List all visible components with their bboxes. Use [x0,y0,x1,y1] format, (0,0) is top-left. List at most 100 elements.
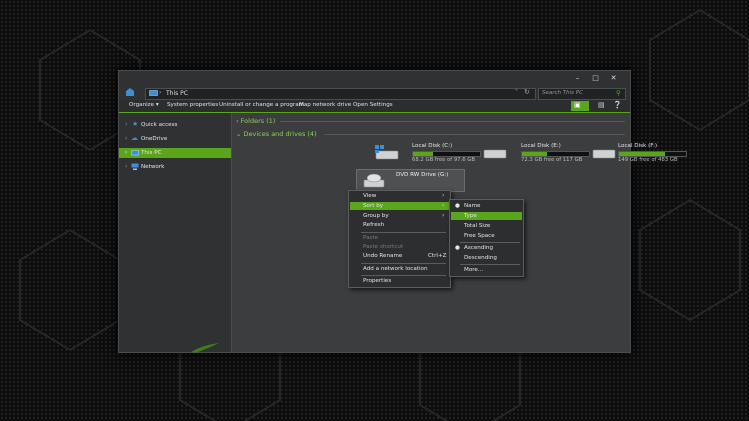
context-menu: View › Sort by › Group by › Refresh Past… [348,190,451,288]
menu-item-label: Paste [363,235,379,241]
navigation-pane: › ★ Quick access › ☁ OneDrive › This PC … [119,113,232,353]
address-bar: › This PC ˅ ↻ Search This PC ⚲ [119,87,630,100]
dvd-drive-icon [363,173,385,188]
decorative-leaf-icon [191,343,219,353]
menu-item-label: Descending [464,255,497,261]
close-button[interactable]: ✕ [607,73,620,84]
hard-drive-icon [483,149,507,159]
sidebar-item-label: Quick access [141,122,178,128]
search-icon[interactable]: ⚲ [616,89,621,97]
sidebar-item-label: Network [141,164,165,170]
sidebar-item-network[interactable]: › Network [119,162,231,172]
sort-option-more[interactable]: More... [451,266,522,274]
folder-up-icon[interactable] [125,87,135,97]
submenu-arrow-icon: › [442,192,445,199]
divider [280,121,625,122]
menu-separator [460,264,520,265]
map-network-drive-button[interactable]: Map network drive [299,102,351,108]
sort-option-name[interactable]: ● Name [451,202,522,210]
sort-order-ascending[interactable]: ● Ascending [451,244,522,252]
submenu-arrow-icon: › [442,202,445,209]
menu-item-refresh[interactable]: Refresh [350,221,449,229]
chevron-down-icon[interactable]: ˅ [515,89,518,96]
menu-item-label: Add a network location [363,266,428,272]
system-properties-button[interactable]: System properties [167,102,218,108]
menu-item-label: Sort by [363,203,384,209]
titlebar: – □ ✕ [119,71,630,87]
star-icon: ★ [132,120,139,128]
folders-group-header[interactable]: › Folders (1) [236,117,275,125]
sidebar-item-quick-access[interactable]: › ★ Quick access [119,120,231,130]
sidebar-item-label: This PC [141,150,162,156]
drive-free-space: 149 GB free of 483 GB [618,157,678,163]
open-settings-button[interactable]: Open Settings [353,102,393,108]
cloud-icon: ☁ [131,134,138,142]
expand-arrow-icon[interactable]: › [125,149,127,156]
radio-selected-icon: ● [455,245,460,251]
minimize-button[interactable]: – [571,73,584,84]
search-input[interactable]: Search This PC ⚲ [538,88,626,100]
drive-item-e[interactable]: Local Disk (E:) 72.3 GB free of 117 GB [481,143,591,167]
menu-item-label: Undo Rename [363,253,403,259]
menu-item-add-network-location[interactable]: Add a network location [350,265,449,273]
menu-item-label: Refresh [363,222,385,228]
divider [324,134,625,135]
address-path: This PC [166,90,188,97]
menu-item-label: Name [464,203,481,209]
menu-separator [361,232,446,233]
sort-order-descending[interactable]: Descending [451,254,522,262]
drive-item-c[interactable]: Local Disk (C:) 68.2 GB free of 97.6 GB [372,143,482,167]
menu-item-undo-rename[interactable]: Undo Rename Ctrl+Z [350,252,449,260]
menu-item-view[interactable]: View › [350,192,449,200]
menu-item-label: Paste shortcut [363,244,404,250]
layout-icon: ▣ [574,101,581,109]
preview-pane-icon[interactable]: ▤ [598,101,605,109]
menu-item-sort-by[interactable]: Sort by › [350,202,449,210]
menu-item-label: Free Space [464,233,495,239]
expand-arrow-icon[interactable]: › [125,135,127,142]
maximize-button[interactable]: □ [589,73,602,84]
drive-free-space: 68.2 GB free of 97.6 GB [412,157,476,163]
expand-arrow-icon[interactable]: › [125,121,127,128]
drive-item-g[interactable]: DVD RW Drive (G:) [356,169,465,192]
expand-arrow-icon[interactable]: › [125,163,127,170]
sidebar-item-onedrive[interactable]: › ☁ OneDrive [119,134,231,144]
drive-free-space: 72.3 GB free of 117 GB [521,157,583,163]
radio-selected-icon: ● [455,203,460,209]
menu-item-label: Type [464,213,477,219]
drive-item-f-details: Local Disk (F:) 149 GB free of 483 GB [590,143,687,167]
menu-item-paste-shortcut: Paste shortcut [350,243,449,251]
devices-group-header[interactable]: ⌄ Devices and drives (4) [236,130,317,138]
folders-group-label: Folders (1) [240,117,276,125]
view-options-button[interactable]: ▣ [571,101,589,111]
sort-option-free-space[interactable]: Free Space [451,232,522,240]
drive-usage-fill [619,152,666,156]
menu-item-label: Group by [363,213,389,219]
refresh-icon[interactable]: ↻ [524,88,530,96]
help-icon[interactable]: ❔ [613,101,622,109]
drive-name: Local Disk (F:) [618,143,658,149]
sort-by-submenu: ● Name Type Total Size Free Space ● Asce… [449,199,524,277]
menu-separator [361,275,446,276]
sidebar-item-label: OneDrive [141,136,168,142]
menu-item-label: Ascending [464,245,494,251]
uninstall-program-button[interactable]: Uninstall or change a program [219,102,304,108]
sidebar-item-this-pc[interactable]: › This PC [119,148,231,158]
command-toolbar: Organize ▾ System properties Uninstall o… [119,100,630,113]
menu-separator [361,263,446,264]
sort-option-total-size[interactable]: Total Size [451,222,522,230]
windows-drive-icon [375,145,399,160]
drive-name: DVD RW Drive (G:) [396,172,449,178]
drive-usage-fill [522,152,548,156]
sort-option-type[interactable]: Type [451,212,522,220]
organize-button[interactable]: Organize ▾ [129,102,159,108]
chevron-right-icon: › [159,89,162,96]
address-input[interactable]: › This PC ˅ ↻ [145,88,536,100]
menu-item-properties[interactable]: Properties [350,277,449,285]
menu-item-group-by[interactable]: Group by › [350,212,449,220]
drive-usage-fill [413,152,434,156]
menu-item-shortcut: Ctrl+Z [428,253,447,259]
search-placeholder: Search This PC [542,90,583,96]
devices-group-label: Devices and drives (4) [243,130,317,138]
menu-item-label: Total Size [464,223,491,229]
